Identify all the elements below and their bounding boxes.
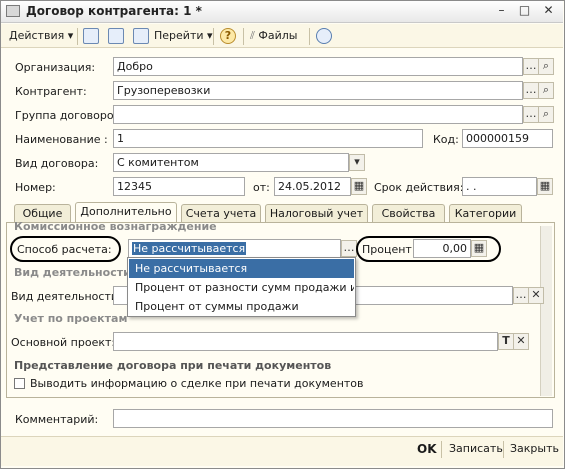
footer-separator bbox=[503, 441, 504, 458]
group-label: Группа договоров: bbox=[15, 109, 124, 122]
tab-categories[interactable]: Категории bbox=[449, 204, 522, 223]
refresh-icon[interactable] bbox=[108, 28, 124, 44]
calc-select-icon[interactable]: … bbox=[341, 240, 357, 257]
org-field[interactable]: Добро bbox=[113, 57, 523, 76]
org-select-icon[interactable]: … bbox=[523, 58, 539, 75]
comment-label: Комментарий: bbox=[15, 413, 99, 426]
type-select[interactable]: С комитентом bbox=[113, 153, 349, 172]
close-button[interactable]: Закрыть bbox=[510, 442, 559, 455]
tab-tax[interactable]: Налоговый учет bbox=[265, 204, 368, 223]
percent-label: Процент: bbox=[362, 243, 416, 256]
comment-field[interactable] bbox=[113, 409, 553, 428]
org-label: Организация: bbox=[15, 61, 96, 74]
dropdown-option[interactable]: Процент от разности сумм продажи и по... bbox=[129, 278, 354, 297]
history-icon[interactable] bbox=[316, 28, 332, 44]
code-field[interactable]: 000000159 bbox=[462, 129, 553, 148]
from-label: от: bbox=[253, 181, 270, 194]
toolbar-separator bbox=[77, 28, 78, 45]
number-field[interactable]: 12345 bbox=[113, 177, 245, 196]
calendar-icon[interactable]: ▦ bbox=[537, 178, 553, 195]
from-date-field[interactable]: 24.05.2012 bbox=[274, 177, 351, 196]
calc-method-value: Не рассчитывается bbox=[132, 242, 247, 255]
section-commission: Комиссионное вознаграждение bbox=[14, 220, 217, 233]
print-checkbox-label: Выводить информацию о сделке при печати … bbox=[30, 377, 364, 390]
help-icon[interactable]: ? bbox=[220, 28, 236, 44]
dropdown-option[interactable]: Не рассчитывается bbox=[129, 259, 354, 278]
files-button[interactable]: ⫽ Файлы bbox=[250, 28, 297, 44]
section-activity: Вид деятельности д bbox=[14, 266, 144, 279]
activity-select-icon[interactable]: … bbox=[513, 287, 529, 304]
org-open-icon[interactable]: ⌕ bbox=[538, 58, 554, 75]
window-title: Договор контрагента: 1 * bbox=[26, 4, 202, 18]
actions-menu-label: Действия bbox=[9, 29, 65, 42]
ok-button[interactable]: OK bbox=[417, 442, 437, 456]
number-label: Номер: bbox=[15, 181, 56, 194]
tab-properties[interactable]: Свойства bbox=[372, 204, 445, 223]
project-label: Основной проект: bbox=[11, 336, 116, 349]
close-icon[interactable]: ✕ bbox=[540, 3, 557, 19]
validity-label: Срок действия: bbox=[374, 181, 464, 194]
calc-method-dropdown: Не рассчитывается Процент от разности су… bbox=[127, 257, 356, 317]
group-select-icon[interactable]: … bbox=[523, 106, 539, 123]
write-close-icon[interactable] bbox=[83, 28, 99, 44]
group-field[interactable] bbox=[113, 105, 523, 124]
project-clear-icon[interactable]: ✕ bbox=[513, 333, 529, 350]
calculator-icon[interactable]: ▦ bbox=[471, 240, 487, 257]
dropdown-option[interactable]: Процент от суммы продажи bbox=[129, 297, 354, 316]
type-dropdown-icon[interactable]: ▾ bbox=[349, 154, 365, 171]
copy-document-icon[interactable] bbox=[133, 28, 149, 44]
activity-clear-icon[interactable]: ✕ bbox=[528, 287, 544, 304]
name-field[interactable]: 1 bbox=[113, 129, 423, 148]
group-open-icon[interactable]: ⌕ bbox=[538, 106, 554, 123]
contractor-label: Контрагент: bbox=[15, 85, 87, 98]
go-menu[interactable]: Перейти ▾ bbox=[154, 28, 213, 44]
code-label: Код: bbox=[433, 133, 459, 146]
validity-date-field[interactable]: . . bbox=[462, 177, 537, 196]
toolbar-separator bbox=[213, 28, 214, 45]
calc-method-select[interactable]: Не рассчитывается bbox=[128, 239, 341, 258]
calc-method-label: Способ расчета: bbox=[17, 243, 112, 256]
text-type-icon[interactable]: T bbox=[498, 333, 514, 350]
footer-separator bbox=[441, 441, 442, 458]
scrollbar[interactable] bbox=[540, 226, 552, 396]
name-label: Наименование : bbox=[15, 133, 108, 146]
section-print: Представление договора при печати докуме… bbox=[14, 359, 332, 372]
contractor-select-icon[interactable]: … bbox=[523, 82, 539, 99]
toolbar-separator bbox=[309, 28, 310, 45]
print-checkbox[interactable] bbox=[14, 378, 25, 389]
form-icon bbox=[6, 5, 20, 17]
save-button[interactable]: Записать bbox=[449, 442, 503, 455]
contractor-open-icon[interactable]: ⌕ bbox=[538, 82, 554, 99]
dropdown-arrow-icon: ▾ bbox=[207, 29, 213, 42]
maximize-icon[interactable]: □ bbox=[516, 3, 533, 19]
percent-field[interactable]: 0,00 bbox=[413, 239, 471, 258]
files-button-label: Файлы bbox=[258, 29, 298, 42]
section-projects: Учет по проектам bbox=[14, 312, 128, 325]
toolbar-separator bbox=[243, 28, 244, 45]
dropdown-arrow-icon: ▾ bbox=[67, 29, 74, 42]
calendar-icon[interactable]: ▦ bbox=[351, 178, 367, 195]
project-field[interactable] bbox=[113, 332, 498, 351]
minimize-icon[interactable]: – bbox=[493, 3, 510, 19]
go-menu-label: Перейти bbox=[154, 29, 204, 42]
paperclip-icon: ⫽ bbox=[250, 29, 255, 42]
type-label: Вид договора: bbox=[15, 157, 99, 170]
activity-label: Вид деятельности: bbox=[11, 290, 122, 303]
contractor-field[interactable]: Грузоперевозки bbox=[113, 81, 523, 100]
actions-menu[interactable]: Действия ▾ bbox=[9, 28, 73, 44]
